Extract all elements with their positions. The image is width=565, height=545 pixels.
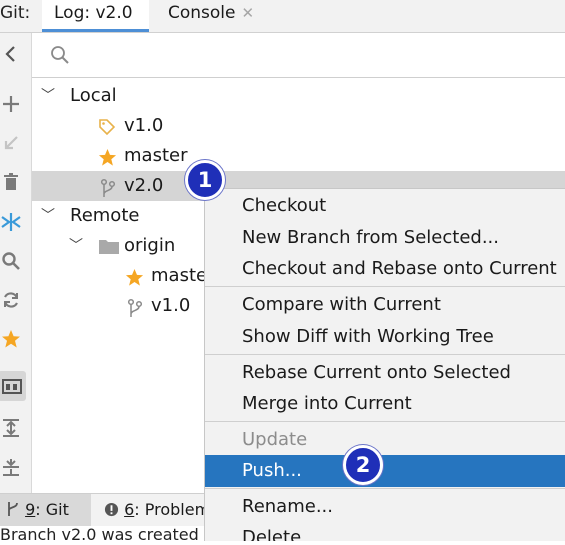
branch-label: v2.0 — [124, 175, 164, 196]
menu-separator — [205, 354, 565, 355]
menu-separator — [205, 421, 565, 422]
folder-icon — [99, 240, 119, 254]
menu-separator — [205, 488, 565, 489]
folder-group-icon — [2, 379, 22, 394]
tag-icon — [99, 119, 116, 136]
tab-mnemonic: 6 — [124, 500, 135, 519]
menu-item-delete[interactable]: Delete — [205, 522, 565, 541]
star-icon — [98, 148, 117, 166]
refresh-icon — [3, 292, 19, 308]
star-icon — [2, 330, 20, 348]
branch-label: v1.0 — [151, 295, 191, 316]
menu-item-compare[interactable]: Compare with Current — [205, 289, 565, 321]
chevron-down-icon[interactable]: ﹀ — [40, 201, 56, 231]
tree-node-local[interactable]: ﹀ Local — [32, 81, 565, 111]
delete-branch-button[interactable] — [0, 171, 22, 193]
update-selected-button[interactable] — [0, 132, 22, 154]
branch-item-master[interactable]: master — [32, 141, 565, 171]
group-by-directory-button[interactable] — [0, 371, 26, 401]
menu-item-rebase[interactable]: Rebase Current onto Selected — [205, 357, 565, 389]
compare-button[interactable] — [0, 211, 22, 233]
expand-all-icon — [3, 419, 19, 437]
git-tool-label: Git: — [0, 3, 31, 23]
plus-icon — [3, 96, 19, 112]
menu-separator — [205, 286, 565, 287]
step-callout-2: 2 — [343, 445, 383, 485]
chevron-left-icon — [5, 46, 15, 62]
branch-context-menu: Checkout New Branch from Selected... Che… — [204, 188, 565, 541]
favorite-button[interactable] — [0, 328, 22, 350]
search-icon — [2, 252, 20, 270]
branch-icon — [127, 298, 143, 317]
branch-label: maste — [151, 265, 208, 286]
menu-item-merge[interactable]: Merge into Current — [205, 388, 565, 420]
merge-arrows-icon — [1, 213, 21, 231]
tab-label: : Git — [35, 500, 69, 519]
tab-console[interactable]: Console ✕ — [156, 0, 266, 32]
tool-window-tab-bar: Git: Log: v2.0 Console ✕ — [0, 0, 565, 33]
fetch-button[interactable] — [0, 289, 22, 311]
star-icon — [125, 268, 144, 286]
collapse-all-icon — [3, 459, 19, 476]
node-label: origin — [124, 235, 176, 256]
collapse-panel-button[interactable] — [0, 43, 22, 65]
git-branch-icon — [8, 502, 18, 516]
menu-item-checkout[interactable]: Checkout — [205, 190, 565, 222]
menu-item-new-branch[interactable]: New Branch from Selected... — [205, 222, 565, 254]
close-icon[interactable]: ✕ — [242, 4, 255, 22]
node-label: Local — [70, 85, 117, 106]
tab-label: : Problem — [134, 500, 211, 519]
trash-icon — [4, 173, 18, 190]
branches-toolbar — [0, 33, 32, 493]
branch-icon — [100, 178, 116, 197]
node-label: Remote — [70, 205, 140, 226]
branch-item-v1-0[interactable]: v1.0 — [32, 111, 565, 141]
branch-search-field[interactable] — [32, 33, 565, 78]
menu-item-checkout-rebase[interactable]: Checkout and Rebase onto Current — [205, 253, 565, 285]
arrow-down-left-icon — [4, 136, 18, 150]
tab-label: Log: v2.0 — [54, 3, 133, 23]
tab-label: Console — [168, 3, 236, 23]
step-callout-1: 1 — [185, 160, 225, 200]
menu-item-push[interactable]: Push... — [205, 455, 565, 487]
problems-tool-tab[interactable]: 6: Problem — [98, 494, 210, 526]
menu-item-update: Update — [242, 429, 308, 450]
tab-log-v2[interactable]: Log: v2.0 — [42, 0, 149, 32]
branch-label: v1.0 — [124, 115, 164, 136]
menu-item-show-diff[interactable]: Show Diff with Working Tree — [205, 321, 565, 353]
tab-mnemonic: 9 — [25, 500, 36, 519]
search-branch-button[interactable] — [0, 250, 22, 272]
git-tool-tab[interactable]: 9: Git — [0, 494, 91, 526]
search-icon — [51, 46, 69, 64]
chevron-down-icon[interactable]: ﹀ — [40, 81, 56, 111]
branch-label: master — [124, 145, 188, 166]
expand-all-button[interactable] — [0, 417, 22, 439]
new-branch-button[interactable] — [0, 93, 22, 115]
warning-circle-icon — [104, 502, 119, 517]
collapse-all-button[interactable] — [0, 456, 22, 478]
menu-item-rename[interactable]: Rename... — [205, 491, 565, 523]
chevron-down-icon[interactable]: ﹀ — [68, 231, 84, 261]
